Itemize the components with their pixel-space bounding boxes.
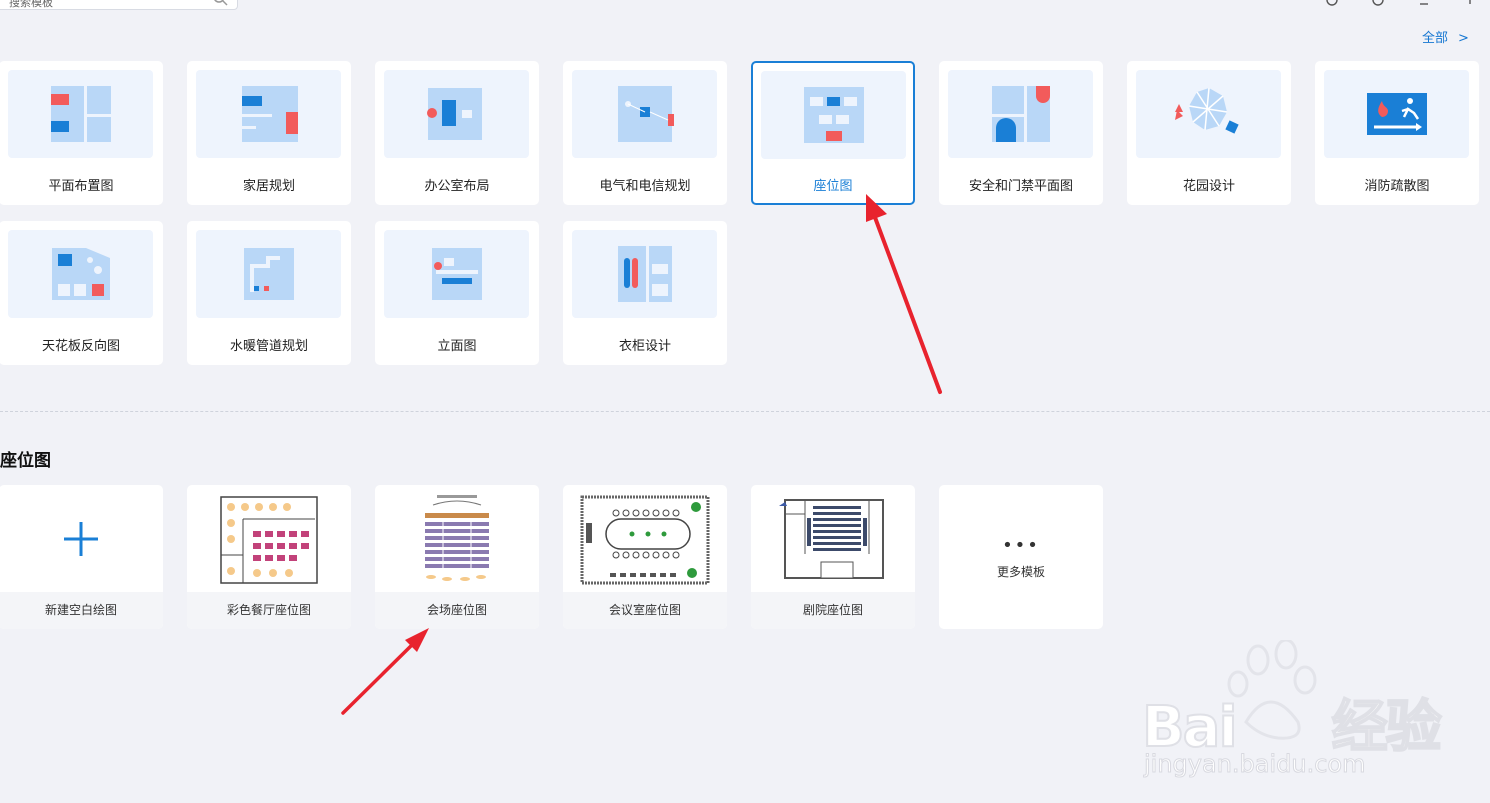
- category-label: 天花板反向图: [41, 339, 120, 354]
- security-plan-icon: [948, 70, 1093, 158]
- category-label: 衣柜设计: [618, 339, 671, 354]
- watermark: Bai 经验 jingyan.baidu.com: [1140, 638, 1443, 780]
- template-meeting-room[interactable]: 会议室座位图: [563, 485, 727, 629]
- category-garden-design[interactable]: 花园设计: [1127, 61, 1291, 205]
- search-icon[interactable]: [211, 0, 231, 9]
- template-restaurant-seating[interactable]: 彩色餐厅座位图: [187, 485, 351, 629]
- search-text: 搜索模板: [9, 0, 53, 9]
- more-templates-card[interactable]: ••• 更多模板: [939, 485, 1103, 629]
- category-ceiling-plan[interactable]: 天花板反向图: [0, 221, 163, 365]
- more-templates-label: 更多模板: [996, 564, 1045, 579]
- category-label: 水暖管道规划: [229, 339, 308, 354]
- template-label: 剧院座位图: [751, 592, 915, 629]
- arrow-annotation: [341, 628, 429, 715]
- venue-seating-thumbnail: [375, 485, 539, 592]
- template-label: 会场座位图: [375, 592, 539, 629]
- chevron-right-icon: >: [1458, 31, 1469, 46]
- category-label: 立面图: [437, 339, 477, 354]
- seating-chart-icon: [761, 71, 906, 159]
- baidu-paw-logo: [1227, 638, 1317, 740]
- elevation-icon: [384, 230, 529, 318]
- garden-design-icon: [1136, 70, 1281, 158]
- template-venue-seating[interactable]: 会场座位图: [375, 485, 539, 629]
- watermark-brand: Bai: [1141, 694, 1239, 761]
- plumbing-plan-icon: [196, 230, 341, 318]
- help-icon[interactable]: [1372, 0, 1384, 6]
- category-label: 座位图: [813, 179, 853, 194]
- view-all-label: 全部: [1422, 31, 1449, 46]
- user-icon[interactable]: [1326, 0, 1338, 6]
- category-plumbing-plan[interactable]: 水暖管道规划: [187, 221, 351, 365]
- category-elevation[interactable]: 立面图: [375, 221, 539, 365]
- category-electrical-plan[interactable]: 电气和电信规划: [563, 61, 727, 205]
- theater-seating-thumbnail: [751, 485, 915, 592]
- category-label: 安全和门禁平面图: [968, 179, 1073, 194]
- section-title: 座位图: [0, 451, 51, 471]
- home-plan-icon: [196, 70, 341, 158]
- plus-icon: [0, 485, 163, 592]
- category-home-plan[interactable]: 家居规划: [187, 61, 351, 205]
- arrow-annotation: [866, 194, 942, 394]
- category-label: 花园设计: [1182, 179, 1235, 194]
- section-divider: [0, 411, 1490, 412]
- category-label: 家居规划: [242, 179, 295, 194]
- template-label: 新建空白绘图: [0, 592, 163, 629]
- minimize-icon[interactable]: [1418, 0, 1430, 6]
- category-office-layout[interactable]: 办公室布局: [375, 61, 539, 205]
- electrical-plan-icon: [572, 70, 717, 158]
- office-layout-icon: [384, 70, 529, 158]
- restaurant-seating-thumbnail: [187, 485, 351, 592]
- window-controls: [1326, 0, 1476, 6]
- category-label: 消防疏散图: [1364, 179, 1430, 194]
- floor-plan-icon: [8, 70, 153, 158]
- ceiling-plan-icon: [8, 230, 153, 318]
- category-seating-chart[interactable]: 座位图: [751, 61, 915, 205]
- category-label: 平面布置图: [48, 179, 114, 194]
- search-input[interactable]: 搜索模板: [0, 0, 238, 10]
- more-dots-icon: •••: [1002, 534, 1040, 556]
- new-blank-drawing-card[interactable]: 新建空白绘图: [0, 485, 163, 629]
- category-label: 办公室布局: [424, 179, 490, 194]
- category-label: 电气和电信规划: [599, 179, 691, 194]
- template-label: 会议室座位图: [563, 592, 727, 629]
- category-floor-plan[interactable]: 平面布置图: [0, 61, 163, 205]
- watermark-brand-cn: 经验: [1331, 694, 1443, 761]
- template-label: 彩色餐厅座位图: [187, 592, 351, 629]
- category-wardrobe-design[interactable]: 衣柜设计: [563, 221, 727, 365]
- category-fire-evacuation[interactable]: 消防疏散图: [1315, 61, 1479, 205]
- fire-evacuation-icon: [1324, 70, 1469, 158]
- watermark-url: jingyan.baidu.com: [1143, 750, 1366, 779]
- wardrobe-design-icon: [572, 230, 717, 318]
- template-theater-seating[interactable]: 剧院座位图: [751, 485, 915, 629]
- view-all-link[interactable]: 全部 >: [1422, 27, 1469, 46]
- meeting-room-thumbnail: [563, 485, 727, 592]
- maximize-icon[interactable]: [1464, 0, 1476, 6]
- category-security-plan[interactable]: 安全和门禁平面图: [939, 61, 1103, 205]
